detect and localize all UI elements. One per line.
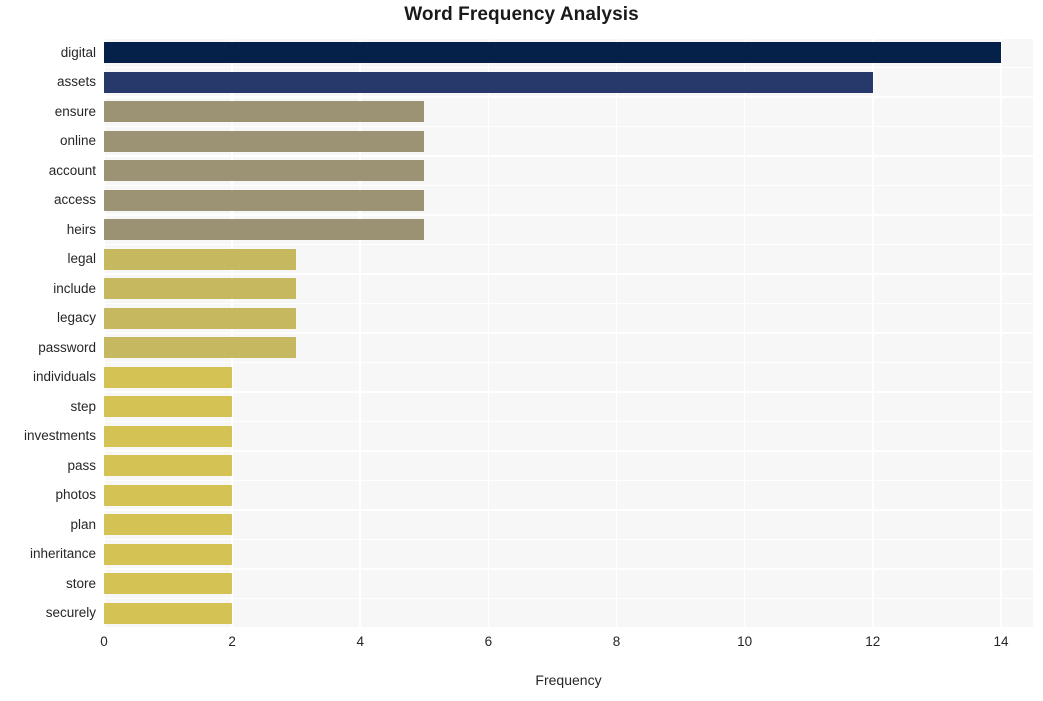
bar-inheritance[interactable] <box>104 543 233 565</box>
bar-store[interactable] <box>104 573 233 595</box>
bar-plan[interactable] <box>104 514 233 536</box>
gridline-horizontal <box>104 420 1033 423</box>
x-tick-label-12: 12 <box>865 634 881 649</box>
gridline-horizontal <box>104 361 1033 364</box>
x-tick-label-2: 2 <box>228 634 236 649</box>
bar-investments[interactable] <box>104 425 233 447</box>
gridline-horizontal <box>104 479 1033 482</box>
gridline-horizontal <box>104 37 1033 39</box>
bar-heirs[interactable] <box>104 219 425 241</box>
bar-online[interactable] <box>104 130 425 152</box>
y-tick-label-digital: digital <box>60 44 96 60</box>
gridline-horizontal <box>104 538 1033 541</box>
gridline-horizontal <box>104 332 1033 334</box>
gridline-horizontal <box>104 302 1033 305</box>
bar-password[interactable] <box>104 337 297 359</box>
bar-legal[interactable] <box>104 248 297 270</box>
bar-legacy[interactable] <box>104 307 297 329</box>
y-tick-label-photos: photos <box>55 487 96 503</box>
gridline-horizontal <box>104 96 1033 98</box>
gridline-horizontal <box>104 597 1033 600</box>
x-tick-label-8: 8 <box>612 634 621 649</box>
y-tick-label-step: step <box>70 398 96 414</box>
y-tick-label-pass: pass <box>67 457 96 473</box>
bar-account[interactable] <box>104 160 425 182</box>
bar-step[interactable] <box>104 396 233 418</box>
bar-individuals[interactable] <box>104 366 233 388</box>
y-tick-label-assets: assets <box>56 74 96 90</box>
y-tick-label-individuals: individuals <box>32 369 96 385</box>
gridline-horizontal <box>104 214 1033 216</box>
y-tick-label-account: account <box>48 162 96 178</box>
x-tick-label-10: 10 <box>737 634 753 649</box>
y-axis-tick-labels: digital assets ensure online account access he… <box>0 38 96 628</box>
x-tick-label-0: 0 <box>100 634 108 649</box>
gridline-horizontal <box>104 243 1033 246</box>
x-tick-label-4: 4 <box>356 634 365 649</box>
y-tick-label-store: store <box>65 575 96 591</box>
y-tick-label-online: online <box>59 133 96 149</box>
bar-include[interactable] <box>104 278 297 300</box>
bar-digital[interactable] <box>104 42 1001 64</box>
chart-title: Word Frequency Analysis <box>404 4 639 25</box>
bar-photos[interactable] <box>104 484 233 506</box>
plot-area <box>103 37 1033 629</box>
bar-pass[interactable] <box>104 455 233 477</box>
y-tick-label-investments: investments <box>23 428 96 444</box>
bar-securely[interactable] <box>104 602 233 624</box>
gridline-horizontal <box>104 450 1033 452</box>
y-tick-label-securely: securely <box>45 605 96 621</box>
gridline-horizontal <box>104 155 1033 157</box>
y-tick-label-inheritance: inheritance <box>29 546 96 562</box>
gridline-horizontal <box>104 125 1033 128</box>
y-tick-label-legal: legal <box>67 251 96 267</box>
y-tick-label-access: access <box>53 192 96 208</box>
bar-access[interactable] <box>104 189 425 211</box>
x-axis-tick-labels: 0 2 4 6 8 10 12 14 <box>100 632 1033 656</box>
gridline-horizontal <box>104 568 1033 570</box>
bar-ensure[interactable] <box>104 101 425 123</box>
y-tick-label-password: password <box>38 339 96 355</box>
gridline-horizontal <box>104 627 1033 629</box>
y-tick-label-ensure: ensure <box>54 103 96 119</box>
y-tick-label-plan: plan <box>70 516 96 532</box>
gridline-horizontal <box>104 391 1033 393</box>
x-axis-title: Frequency <box>535 672 602 688</box>
chart-figure: Word Frequency Analysis digital assets ens… <box>0 0 1043 701</box>
bar-assets[interactable] <box>104 71 873 93</box>
x-tick-label-14: 14 <box>993 634 1009 649</box>
x-tick-label-6: 6 <box>484 634 493 649</box>
gridline-horizontal <box>104 66 1033 69</box>
gridline-horizontal <box>104 184 1033 187</box>
y-tick-label-legacy: legacy <box>56 310 96 326</box>
gridline-horizontal <box>104 509 1033 511</box>
gridline-horizontal <box>104 273 1033 275</box>
y-tick-label-include: include <box>53 280 96 296</box>
y-tick-label-heirs: heirs <box>66 221 96 237</box>
